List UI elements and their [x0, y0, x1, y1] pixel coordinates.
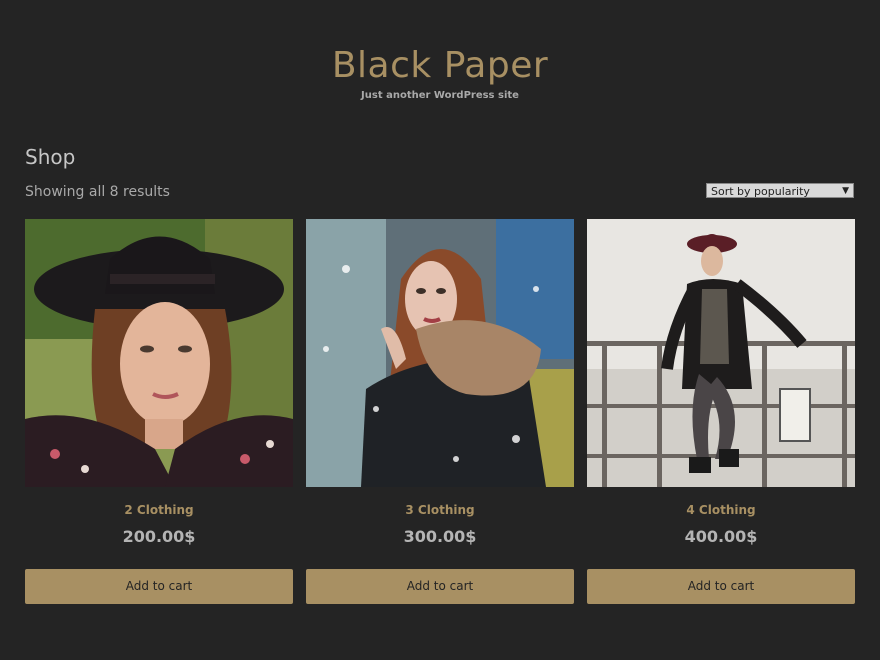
add-to-cart-button[interactable]: Add to cart	[587, 569, 855, 604]
product-name[interactable]: 3 Clothing	[306, 503, 574, 519]
results-count: Showing all 8 results	[25, 184, 170, 200]
product-card: 4 Clothing 400.00$ Add to cart	[587, 219, 855, 604]
product-name[interactable]: 2 Clothing	[25, 503, 293, 519]
product-price: 300.00$	[403, 527, 477, 546]
product-image[interactable]	[587, 219, 855, 487]
sort-select[interactable]: Sort by popularity ▼	[706, 183, 854, 198]
page-title: Shop	[25, 145, 76, 169]
product-price: 200.00$	[122, 527, 196, 546]
sort-select-value: Sort by popularity	[711, 185, 810, 198]
page: Black Paper Just another WordPress site …	[0, 0, 880, 660]
product-price: 400.00$	[684, 527, 758, 546]
site-title[interactable]: Black Paper	[0, 42, 880, 90]
chevron-down-icon: ▼	[842, 186, 849, 196]
add-to-cart-button[interactable]: Add to cart	[25, 569, 293, 604]
product-card: 2 Clothing 200.00$ Add to cart	[25, 219, 293, 604]
product-card: 3 Clothing 300.00$ Add to cart	[306, 219, 574, 604]
site-tagline: Just another WordPress site	[361, 90, 519, 101]
add-to-cart-button[interactable]: Add to cart	[306, 569, 574, 604]
product-name[interactable]: 4 Clothing	[587, 503, 855, 519]
product-image[interactable]	[25, 219, 293, 487]
product-image[interactable]	[306, 219, 574, 487]
